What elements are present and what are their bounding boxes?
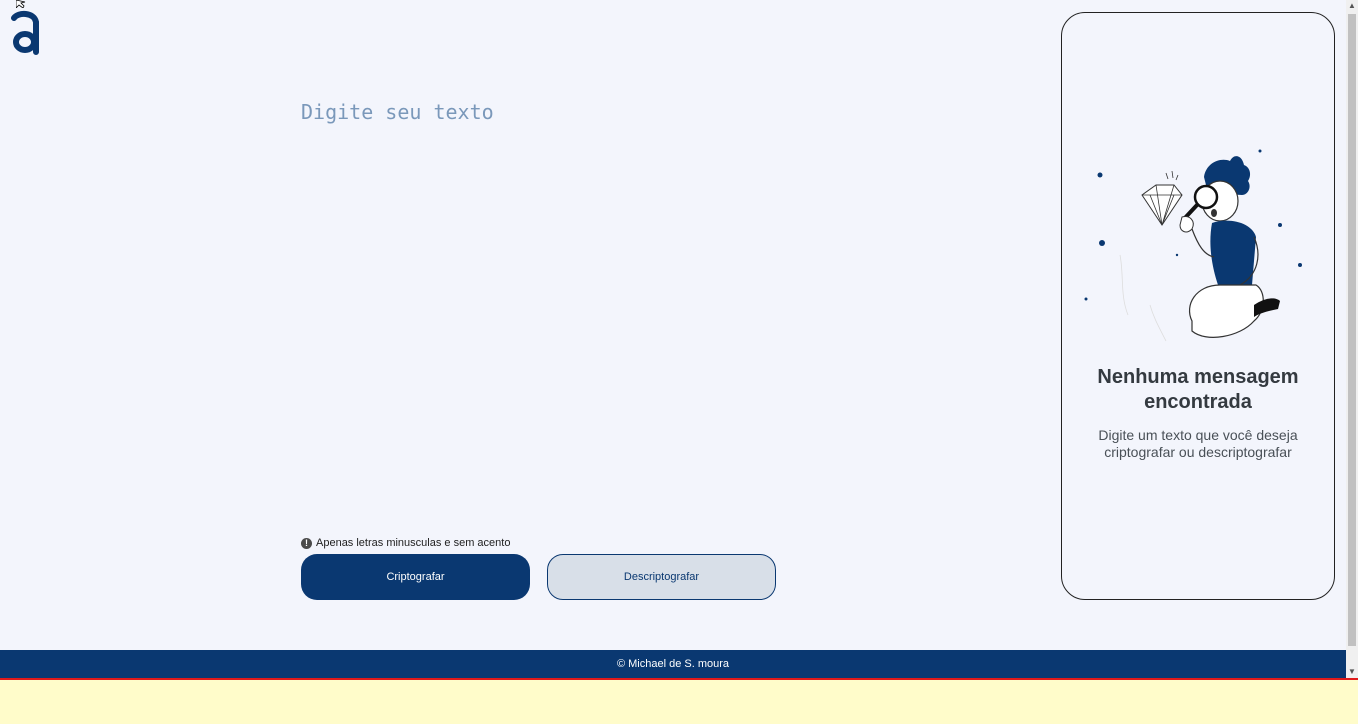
- page-scrollbar[interactable]: ▲ ▼: [1346, 0, 1358, 678]
- panel-title: Nenhuma mensagem encontrada: [1097, 366, 1299, 413]
- cursor-icon: [16, 0, 26, 8]
- detective-illustration: [1084, 149, 1302, 342]
- scroll-up-icon[interactable]: ▲: [1346, 0, 1358, 12]
- logo-icon[interactable]: [10, 10, 40, 56]
- info-icon: !: [301, 537, 312, 549]
- text-input[interactable]: [301, 100, 1001, 500]
- scroll-thumb[interactable]: [1348, 14, 1356, 646]
- app-viewport: ! Apenas letras minusculas e sem acento …: [0, 0, 1346, 678]
- decrypt-button[interactable]: Descriptografar: [547, 554, 776, 600]
- hint: ! Apenas letras minusculas e sem acento: [301, 537, 510, 549]
- footer-text: © Michael de S. moura: [616, 658, 730, 670]
- footer: © Michael de S. moura: [0, 650, 1346, 678]
- scroll-down-icon[interactable]: ▼: [1346, 666, 1358, 678]
- output-panel: Nenhuma mensagem encontrada Digite um te…: [1061, 12, 1335, 600]
- hint-text: Apenas letras minusculas e sem acento: [316, 537, 511, 549]
- bottom-bar: [0, 678, 1358, 724]
- panel-text: Digite um texto que você deseja criptogr…: [1098, 427, 1298, 460]
- encrypt-button[interactable]: Criptografar: [301, 554, 530, 600]
